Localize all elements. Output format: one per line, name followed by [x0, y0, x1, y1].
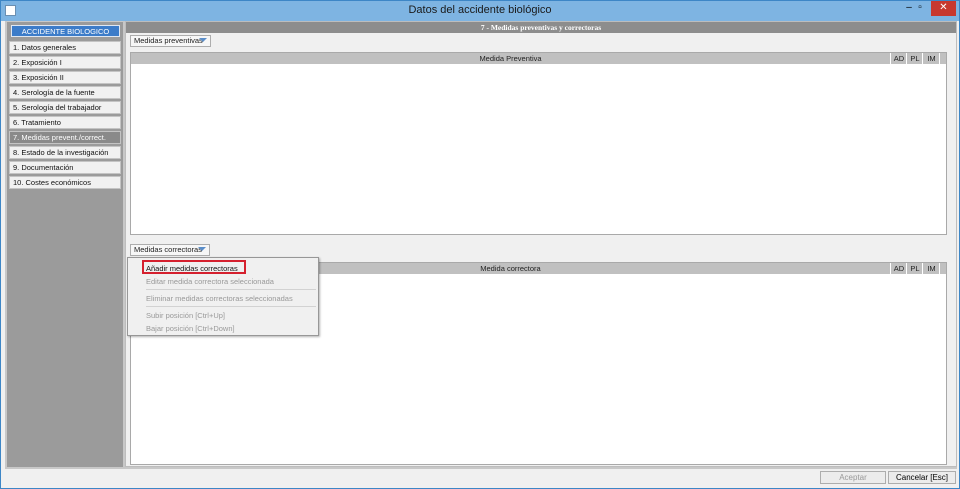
sidebar: ACCIDENTE BIOLOGICO 1. Datos generales 2… [7, 22, 123, 467]
sidebar-item-estado-investigacion[interactable]: 8. Estado de la investigación [9, 146, 121, 159]
menu-item-move-up[interactable]: Subir posición [Ctrl+Up] [146, 311, 225, 320]
sidebar-item-costes[interactable]: 10. Costes económicos [9, 176, 121, 189]
accept-button[interactable]: Aceptar [820, 471, 886, 484]
content-frame: ACCIDENTE BIOLOGICO 1. Datos generales 2… [5, 21, 957, 469]
column-header-im[interactable]: IM [924, 263, 940, 274]
column-header-ad[interactable]: AD [892, 53, 907, 64]
column-header-pl[interactable]: PL [908, 263, 923, 274]
window-title: Datos del accidente biológico [408, 4, 552, 16]
sidebar-item-tratamiento[interactable]: 6. Tratamiento [9, 116, 121, 129]
menu-item-move-down[interactable]: Bajar posición [Ctrl+Down] [146, 324, 235, 333]
column-header-ad[interactable]: AD [892, 263, 907, 274]
preventive-dropdown-label: Medidas preventivas [134, 36, 203, 45]
chevron-down-icon [198, 247, 206, 251]
title-bar[interactable]: Datos del accidente biológico – ▫ ✕ [1, 1, 959, 21]
close-button[interactable]: ✕ [931, 1, 956, 16]
sidebar-item-serologia-fuente[interactable]: 4. Serología de la fuente [9, 86, 121, 99]
sidebar-item-documentacion[interactable]: 9. Documentación [9, 161, 121, 174]
sidebar-item-exposicion-1[interactable]: 2. Exposición I [9, 56, 121, 69]
maximize-button[interactable]: ▫ [909, 1, 931, 16]
corrective-dropdown-button[interactable]: Medidas correctoras [130, 244, 210, 256]
chevron-down-icon [199, 38, 207, 42]
main-window: Datos del accidente biológico – ▫ ✕ ACCI… [0, 0, 960, 489]
column-header-im[interactable]: IM [924, 53, 940, 64]
column-header-medida-preventiva[interactable]: Medida Preventiva [131, 53, 891, 64]
highlight-box [142, 260, 246, 274]
main-panel: 7 - Medidas preventivas y correctoras Me… [125, 21, 957, 467]
corrective-dropdown-label: Medidas correctoras [134, 245, 202, 254]
menu-item-delete-corrective[interactable]: Eliminar medidas correctoras seleccionad… [146, 294, 293, 303]
column-header-pl[interactable]: PL [908, 53, 923, 64]
menu-item-edit-corrective[interactable]: Editar medida correctora seleccionada [146, 277, 274, 286]
section-title: 7 - Medidas preventivas y correctoras [126, 22, 956, 33]
menu-separator [146, 306, 316, 307]
sidebar-item-exposicion-2[interactable]: 3. Exposición II [9, 71, 121, 84]
cancel-button[interactable]: Cancelar [Esc] [888, 471, 956, 484]
sidebar-header: ACCIDENTE BIOLOGICO [11, 25, 120, 37]
preventive-grid[interactable]: Medida Preventiva AD PL IM [130, 52, 947, 235]
sidebar-item-datos-generales[interactable]: 1. Datos generales [9, 41, 121, 54]
menu-separator [146, 289, 316, 290]
sidebar-item-serologia-trabajador[interactable]: 5. Serología del trabajador [9, 101, 121, 114]
sidebar-item-medidas[interactable]: 7. Medidas prevent./correct. [9, 131, 121, 144]
preventive-grid-header: Medida Preventiva AD PL IM [131, 53, 946, 64]
preventive-dropdown-button[interactable]: Medidas preventivas [130, 35, 211, 47]
